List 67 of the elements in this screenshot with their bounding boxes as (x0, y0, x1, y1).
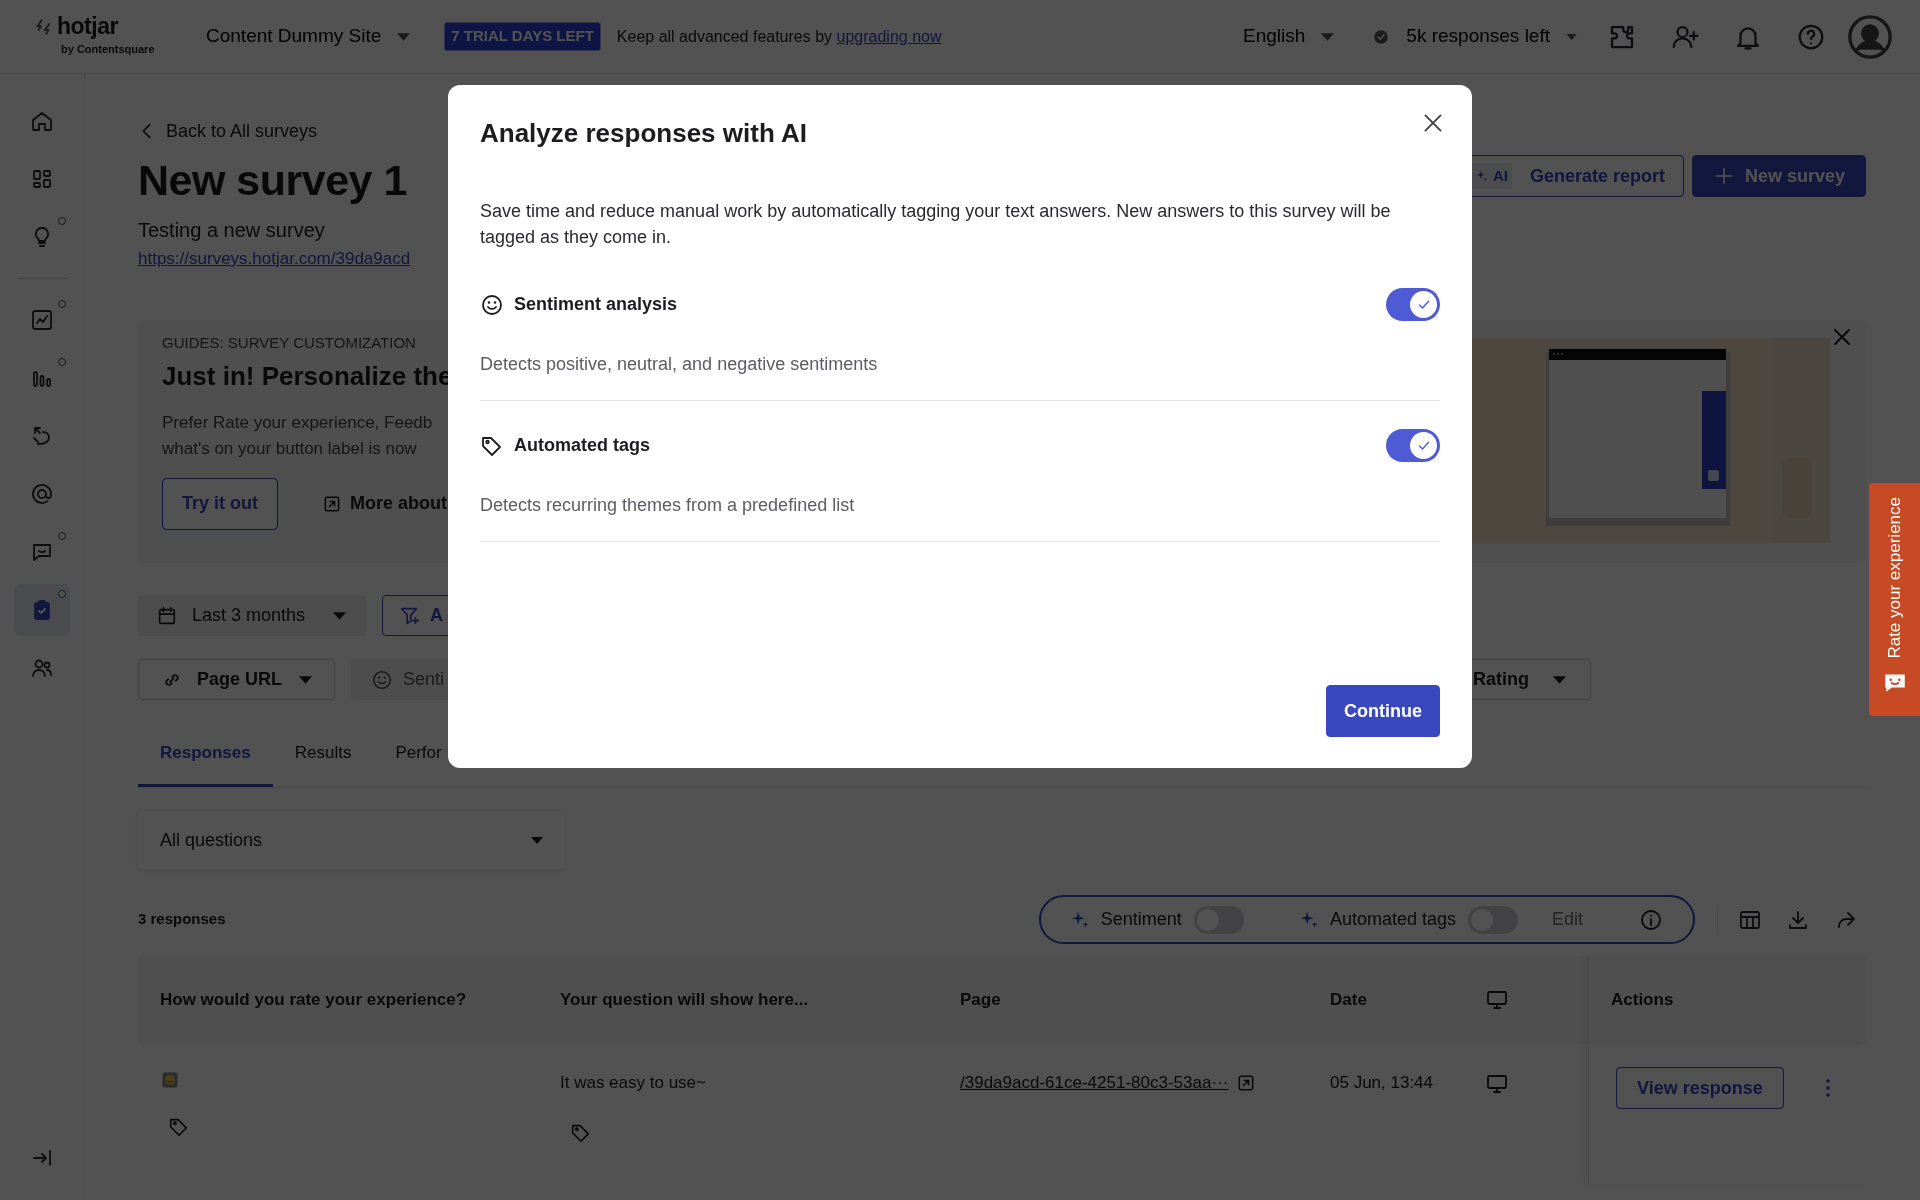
caret-icon (531, 836, 543, 844)
toggle-switch[interactable] (1386, 288, 1440, 321)
trial-badge: 7 TRIAL DAYS LEFT (444, 22, 601, 51)
logo-subtitle: by Contentsquare (60, 42, 156, 58)
toggle-switch[interactable] (1386, 429, 1440, 462)
response-count: 3 responses (138, 909, 226, 930)
column-header: Actions (1611, 989, 1674, 1012)
column-header: Page (960, 989, 1001, 1012)
caret-icon (333, 611, 347, 620)
language-selector[interactable]: English (1243, 22, 1335, 51)
monitor-icon (1485, 988, 1509, 1012)
option-description: Detects recurring themes from a predefined list (480, 494, 856, 517)
view-response-button[interactable]: View response (1616, 1067, 1784, 1109)
caret-icon (1321, 32, 1335, 41)
avatar-icon[interactable] (1848, 14, 1892, 59)
page-link[interactable]: /39da9acd-61ce-4251-80c3-53aa··· (960, 1070, 1229, 1096)
at-sign-icon (30, 482, 54, 506)
home-icon (30, 109, 54, 133)
caret-icon (299, 675, 312, 684)
try-it-out-button[interactable]: Try it out (162, 477, 278, 530)
date-range-dropdown[interactable]: Last 3 months (138, 595, 366, 636)
option-label: Automated tags (514, 434, 650, 457)
tab[interactable]: Perfor (373, 721, 464, 787)
ai-badge: AI (1470, 162, 1512, 190)
upgrade-link[interactable]: upgrading now (836, 27, 942, 45)
option-label: Sentiment analysis (514, 293, 678, 316)
caret-icon (1553, 675, 1566, 684)
dialog-title: Analyze responses with AI (480, 117, 808, 150)
column-header: Date (1330, 989, 1367, 1012)
back-link[interactable]: Back to All surveys (136, 119, 318, 143)
logo-icon (35, 17, 53, 36)
dashboard-icon (30, 167, 54, 191)
info-icon (1639, 907, 1663, 932)
column-header: Your question will show here... (560, 989, 809, 1012)
tab[interactable]: Responses (138, 721, 273, 787)
tag-icon (168, 1116, 190, 1138)
site-selector[interactable]: Content Dummy Site (206, 22, 411, 51)
feedback-tab[interactable]: Rate your experience (1869, 483, 1920, 716)
column-header: How would you rate your experience? (160, 989, 467, 1012)
option-description: Detects positive, neutral, and negative sentiments (480, 353, 879, 376)
date-text: 05 Jun, 13:44 (1330, 1073, 1434, 1092)
calendar-icon (156, 604, 178, 627)
more-about-link[interactable]: More about (322, 490, 447, 517)
tab[interactable]: Results (272, 721, 374, 787)
trend-chart-icon (30, 308, 54, 332)
caret-icon (1566, 33, 1577, 40)
continue-button[interactable]: Continue (1326, 685, 1440, 737)
caret-icon (397, 32, 411, 41)
logo-text: hotjar (57, 15, 118, 39)
page-subtitle: Testing a new survey (138, 218, 326, 243)
question-select[interactable]: All questions (138, 811, 565, 869)
responses-left-menu[interactable]: 5k responses left (1372, 22, 1577, 51)
upgrade-message: Keep all advanced features by upgrading now (616, 26, 942, 47)
guide-eyebrow: GUIDES: SURVEY CUSTOMIZATION (162, 333, 417, 353)
guide-text: Prefer Rate your experience, Feedb what's on your button label is now (162, 411, 434, 460)
answer-text: It was easy to use~ (560, 1072, 706, 1094)
automated-tags-label: Automated tags (1329, 908, 1456, 931)
survey-url-link[interactable]: https://surveys.hotjar.com/39da9acd (138, 248, 411, 270)
page-title: New survey 1 (138, 155, 408, 205)
smiley-icon (480, 292, 504, 317)
smiley-icon (371, 668, 393, 691)
check-circle-icon (1372, 27, 1391, 46)
sentiment-label: Sentiment (1100, 908, 1182, 931)
emoji-icon (160, 1070, 180, 1090)
sidebar-item[interactable] (14, 584, 70, 636)
page-url-dropdown[interactable]: Page URL (138, 659, 335, 700)
dialog-description: Save time and reduce manual work by automatically tagging your text answers. New answers to this survey will be tagged as they come in. (480, 200, 1392, 249)
